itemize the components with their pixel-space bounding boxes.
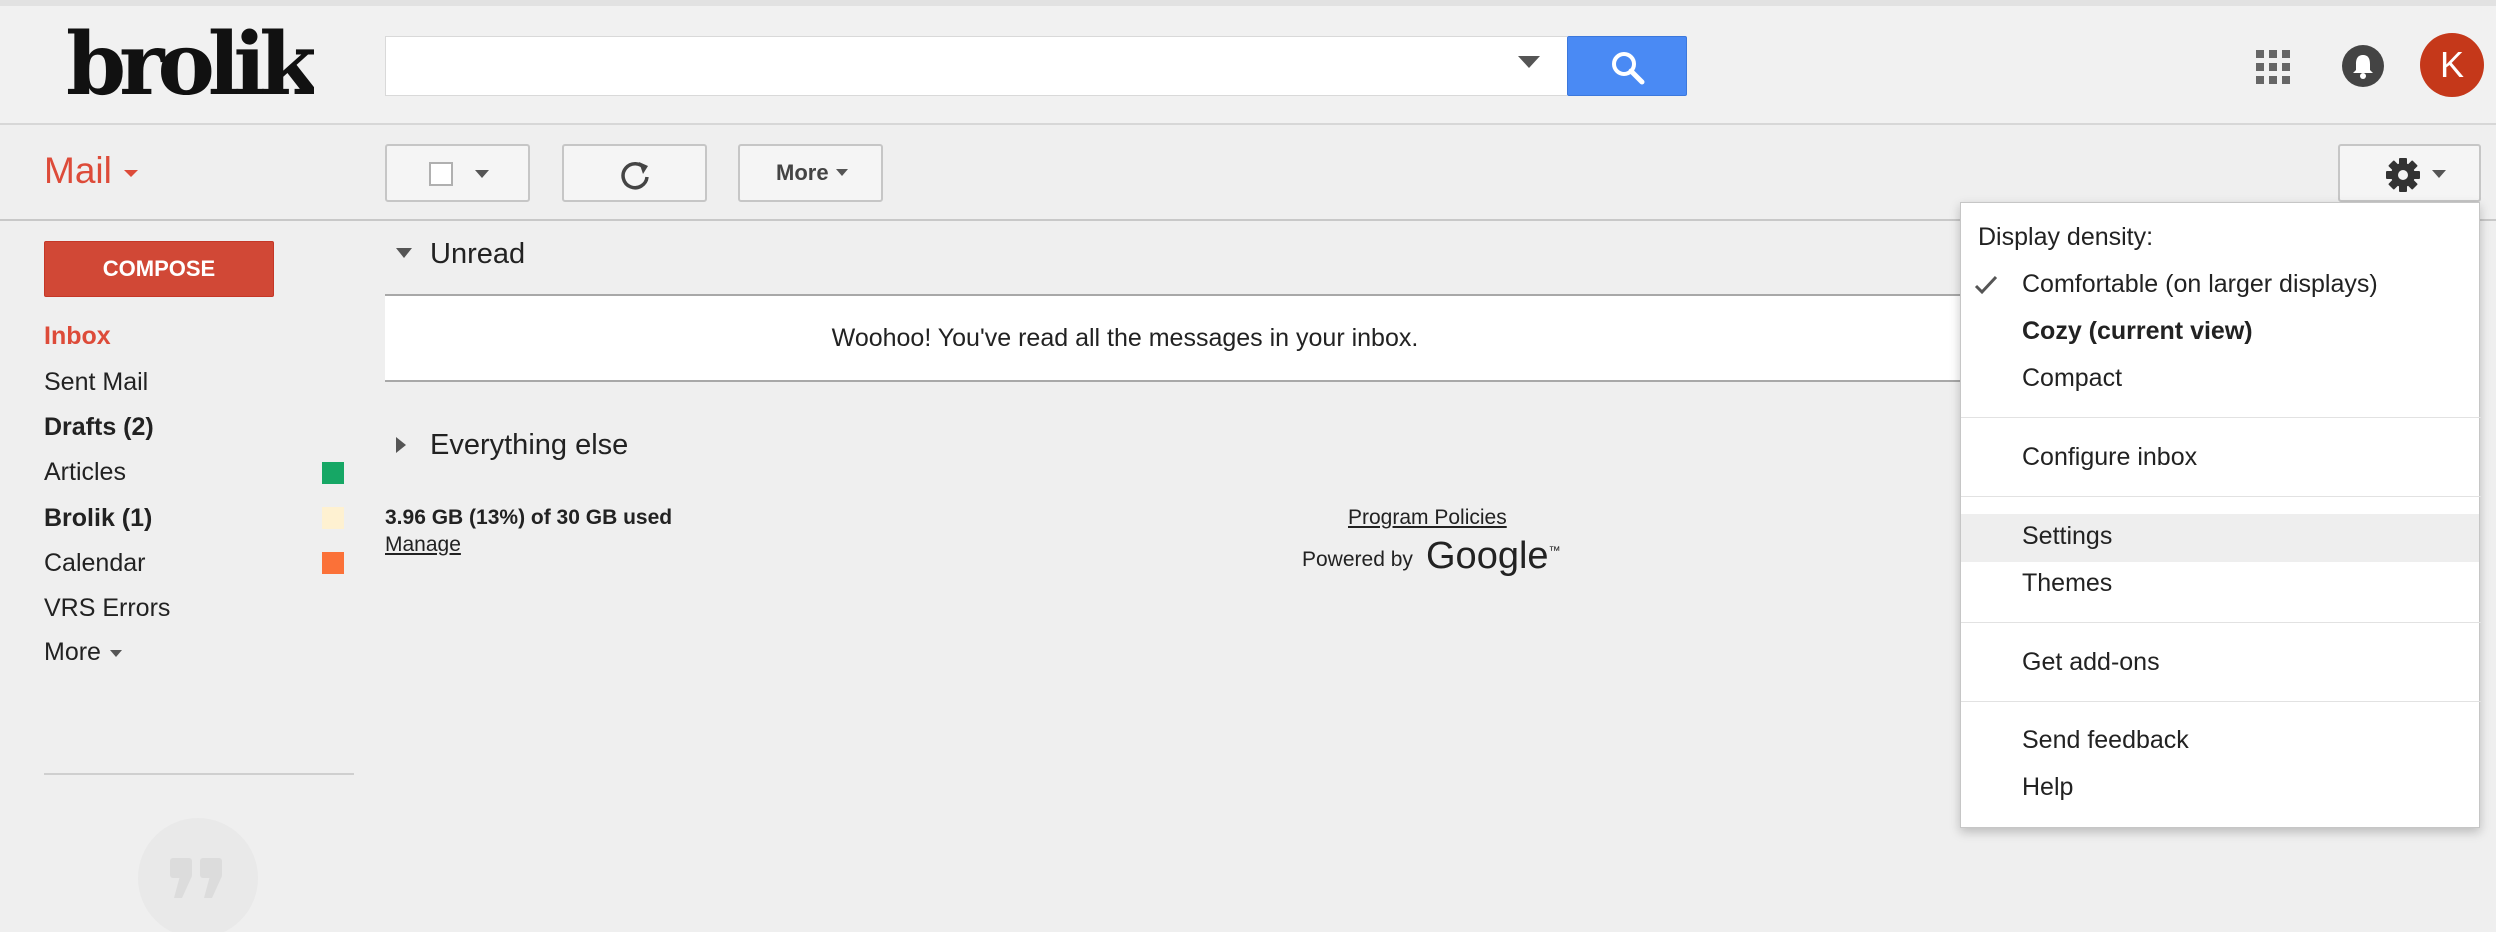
menu-item-get-addons[interactable]: Get add-ons bbox=[2022, 648, 2160, 677]
menu-separator bbox=[1961, 496, 2481, 497]
manage-storage-link[interactable]: Manage bbox=[385, 533, 461, 557]
powered-by-text: Powered by bbox=[1302, 548, 1413, 571]
menu-separator bbox=[1961, 417, 2481, 418]
program-policies-link[interactable]: Program Policies bbox=[1348, 506, 1507, 530]
refresh-button[interactable] bbox=[562, 144, 707, 202]
compose-button[interactable]: COMPOSE bbox=[44, 241, 274, 297]
svg-text:brolik: brolik bbox=[66, 14, 314, 114]
density-option-compact[interactable]: Compact bbox=[2022, 364, 2122, 393]
search-button[interactable] bbox=[1567, 36, 1687, 96]
select-all-button[interactable] bbox=[385, 144, 530, 202]
density-option-comfortable[interactable]: Comfortable (on larger displays) bbox=[2022, 270, 2378, 299]
nav-item-more[interactable]: More bbox=[44, 638, 122, 667]
menu-separator bbox=[1961, 701, 2481, 702]
gear-icon bbox=[2386, 158, 2420, 192]
label-color-articles[interactable] bbox=[322, 462, 344, 484]
nav-item-sent-mail[interactable]: Sent Mail bbox=[44, 368, 148, 397]
nav-item-calendar[interactable]: Calendar bbox=[44, 549, 145, 578]
menu-item-themes[interactable]: Themes bbox=[2022, 569, 2112, 598]
trademark-symbol: ™ bbox=[1548, 543, 1561, 558]
search-input[interactable] bbox=[385, 36, 1567, 96]
settings-dropdown-menu: Display density: Comfortable (on larger … bbox=[1960, 202, 2481, 828]
menu-item-settings[interactable]: Settings bbox=[2022, 522, 2112, 551]
search-options-dropdown-icon[interactable] bbox=[1518, 56, 1540, 68]
google-wordmark: Google™ bbox=[1426, 535, 1561, 578]
checkbox-icon[interactable] bbox=[429, 162, 453, 186]
nav-item-brolik[interactable]: Brolik (1) bbox=[44, 504, 152, 533]
account-avatar[interactable]: K bbox=[2420, 33, 2484, 97]
collapse-section-icon[interactable] bbox=[396, 248, 412, 258]
nav-item-drafts[interactable]: Drafts (2) bbox=[44, 413, 154, 442]
display-density-heading: Display density: bbox=[1978, 223, 2154, 251]
section-header-unread[interactable]: Unread bbox=[430, 238, 525, 271]
chevron-down-icon bbox=[836, 169, 848, 176]
density-option-cozy[interactable]: Cozy (current view) bbox=[2022, 317, 2253, 346]
chevron-down-icon bbox=[110, 650, 122, 657]
expand-section-icon[interactable] bbox=[396, 437, 406, 453]
chevron-down-icon bbox=[475, 170, 489, 178]
settings-button[interactable] bbox=[2338, 144, 2481, 202]
refresh-icon bbox=[621, 161, 649, 190]
empty-inbox-message: Woohoo! You've read all the messages in … bbox=[831, 324, 1419, 352]
more-actions-button[interactable]: More bbox=[738, 144, 883, 202]
menu-separator bbox=[1961, 622, 2481, 623]
brolik-logo[interactable]: brolik bbox=[64, 14, 328, 115]
menu-item-configure-inbox[interactable]: Configure inbox bbox=[2022, 443, 2197, 472]
menu-item-send-feedback[interactable]: Send feedback bbox=[2022, 726, 2189, 755]
nav-item-articles[interactable]: Articles bbox=[44, 458, 126, 487]
menu-item-help[interactable]: Help bbox=[2022, 773, 2073, 802]
chevron-down-icon bbox=[2432, 170, 2446, 178]
apps-grid-icon[interactable] bbox=[2256, 50, 2290, 84]
storage-usage: 3.96 GB (13%) of 30 GB used bbox=[385, 506, 673, 529]
hangouts-quote-icon[interactable] bbox=[138, 818, 258, 932]
nav-item-vrs-errors[interactable]: VRS Errors bbox=[44, 594, 170, 623]
label-color-brolik[interactable] bbox=[322, 507, 344, 529]
nav-divider bbox=[44, 773, 354, 775]
more-actions-label: More bbox=[776, 160, 829, 185]
app-switcher-mail[interactable]: Mail bbox=[44, 150, 112, 192]
nav-more-label: More bbox=[44, 638, 101, 666]
google-wordmark-text: Google bbox=[1426, 535, 1549, 577]
notifications-bell-icon[interactable] bbox=[2342, 45, 2384, 87]
checkmark-icon bbox=[1974, 275, 1998, 295]
chevron-down-icon[interactable] bbox=[124, 170, 138, 177]
search-icon bbox=[1612, 52, 1645, 85]
label-color-calendar[interactable] bbox=[322, 552, 344, 574]
nav-item-inbox[interactable]: Inbox bbox=[44, 322, 111, 351]
section-header-everything-else[interactable]: Everything else bbox=[430, 429, 628, 462]
